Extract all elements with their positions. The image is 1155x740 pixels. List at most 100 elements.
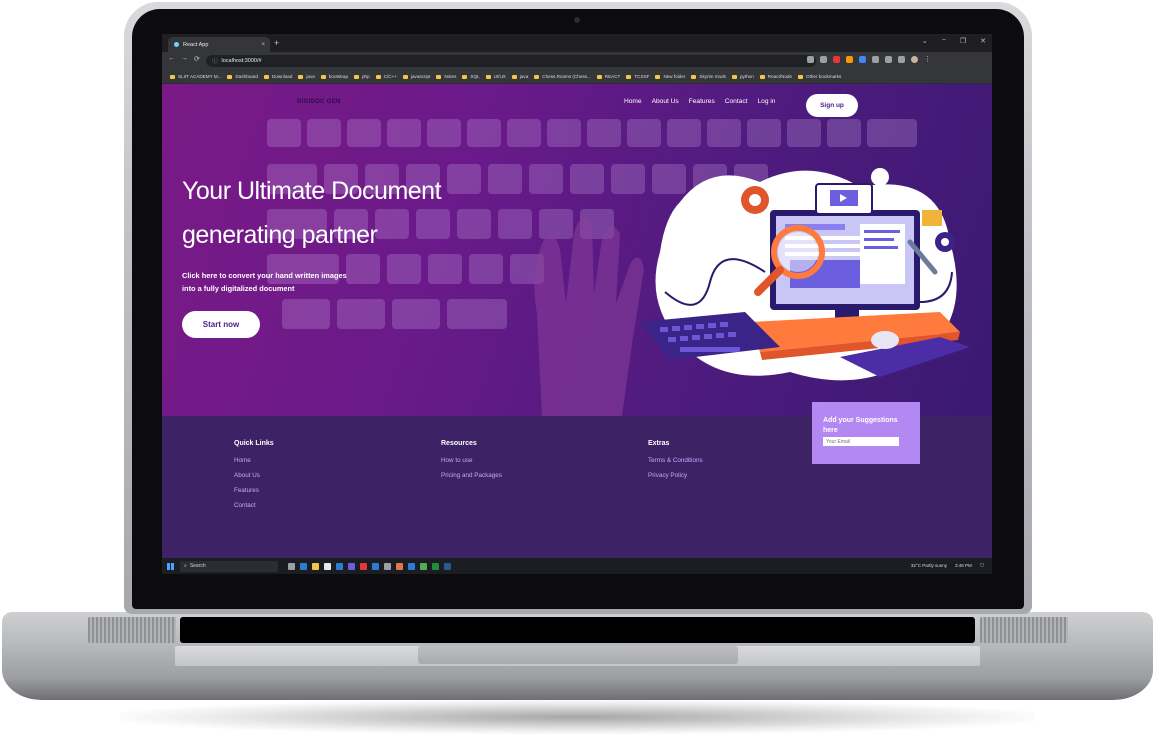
sign-up-button[interactable]: Sign up [806,94,858,117]
bookmark-label: SLIIT ACADEMY M... [178,74,222,79]
menu-dots-icon[interactable]: ⋮ [924,56,931,63]
bookmark-item[interactable]: javascript [402,74,431,79]
bookmark-item[interactable]: Notes [436,74,456,79]
footer-link-how-to-use[interactable]: How to use [441,453,502,468]
nav-home[interactable]: Home [624,98,642,105]
weather-widget[interactable]: 32°C Partly sunny [911,563,947,568]
bookmark-item[interactable]: Dashboard [227,74,258,79]
bookmark-item[interactable]: java [298,74,315,79]
nav-features[interactable]: Features [689,98,715,105]
tab-close-icon[interactable]: × [261,42,265,48]
folder-icon [626,74,632,79]
extension-red-icon[interactable] [833,56,840,63]
bookmark-item[interactable]: UI/UX [485,74,506,79]
minimize-button[interactable]: − [942,37,946,45]
nav-about-us[interactable]: About Us [652,98,679,105]
close-window-button[interactable]: ✕ [980,37,986,45]
chrome-icon[interactable] [420,562,427,570]
url-text: localhost:3000/# [221,58,262,64]
bookmark-label: Chess.Rooms (Chess... [542,74,591,79]
file-explorer-icon[interactable] [312,562,319,570]
vscode-icon[interactable] [408,562,415,570]
mail-icon[interactable] [336,562,343,570]
folder-icon [375,74,381,79]
site-info-icon[interactable]: ⓘ [212,57,218,65]
folder-icon [485,74,491,79]
suggestion-email-input[interactable] [823,437,899,446]
bookmark-item[interactable]: php [354,74,370,79]
forward-icon[interactable]: → [181,55,188,63]
word-icon[interactable] [444,562,451,570]
bookmark-item[interactable]: bootstrap [320,74,348,79]
download-icon[interactable] [885,56,892,63]
footer-link-features[interactable]: Features [234,483,274,498]
bookmark-item[interactable]: Download [263,74,292,79]
other-bookmarks[interactable]: Other bookmarks [798,74,841,79]
store-icon[interactable] [324,562,331,570]
extension-blue-icon[interactable] [859,56,866,63]
windows-start-icon[interactable] [167,562,174,570]
edge-icon[interactable] [300,562,307,570]
reload-icon[interactable]: ⟳ [194,55,200,63]
footer-link-terms[interactable]: Terms & Conditions [648,453,703,468]
taskbar-search-input[interactable]: ⌕ Search [180,560,278,572]
bookmark-star-icon[interactable] [820,56,827,63]
bookmark-item[interactable]: TCSSF [626,74,649,79]
nav-contact[interactable]: Contact [725,98,748,105]
bookmark-label: python [739,74,754,79]
start-now-button[interactable]: Start now [182,311,260,338]
bookmark-label: UI/UX [493,74,506,79]
bookmark-item[interactable]: New folder [655,74,685,79]
laptop-shadow [120,700,1035,734]
hero-subtext[interactable]: Click here to convert your hand written … [182,269,372,295]
footer-link-contact[interactable]: Contact [234,498,274,513]
folder-icon [655,74,661,79]
extension-orange-icon[interactable] [846,56,853,63]
bookmark-label: SQL [470,74,480,79]
bookmark-item[interactable]: java [511,74,528,79]
bookmark-item[interactable]: Chess.Rooms (Chess... [534,74,591,79]
brand-logo[interactable]: DIGIDOC GEN [297,99,341,105]
bookmark-item[interactable]: Skyrim mods [691,74,726,79]
bookmark-item[interactable]: python [731,74,754,79]
tab-title: React App [183,41,209,48]
tab-search-icon[interactable]: ⌄ [922,37,928,45]
bookmark-label: REACT [604,74,621,79]
app-orange-icon[interactable] [396,562,403,570]
excel-icon[interactable] [432,562,439,570]
bookmark-item[interactable]: SQL [462,74,480,79]
bookmark-item[interactable]: React/Node [759,74,792,79]
task-view-icon[interactable] [288,562,295,570]
footer-link-pricing[interactable]: Pricing and Packages [441,468,502,483]
clock[interactable]: 3:46 PM [955,563,972,568]
new-tab-button[interactable]: + [274,38,279,48]
bookmark-label: TCSSF [634,74,650,79]
profile-avatar[interactable] [911,56,918,63]
app-blue-icon[interactable] [372,562,379,570]
share-icon[interactable] [807,56,814,63]
nav-log-in[interactable]: Log in [757,98,775,105]
notification-icon[interactable]: ▢ [980,562,984,568]
bookmark-item[interactable]: C/C++ [375,74,397,79]
webcam [574,17,580,23]
restore-button[interactable]: ❐ [960,37,966,45]
bookmark-item[interactable]: SLIIT ACADEMY M... [170,74,221,79]
footer-link-home[interactable]: Home [234,453,274,468]
nav-buttons: ← → ⟳ [168,55,200,63]
bookmark-label: javascript [410,74,431,79]
app-gray-icon[interactable] [384,562,391,570]
system-tray: 32°C Partly sunny 3:46 PM ▢ [911,562,984,568]
app-icon[interactable] [348,562,355,570]
extensions-puzzle-icon[interactable] [872,56,879,63]
subtext-line-2: into a fully digitalized document [182,284,295,293]
sidebar-icon[interactable] [898,56,905,63]
bookmark-item[interactable]: REACT [596,74,621,79]
windows-taskbar: ⌕ Search 32°C Partly sunny 3:46 PM ▢ [162,558,992,574]
suggestions-box: Add your Suggestions here [812,402,920,464]
browser-tab[interactable]: React App × [168,37,270,52]
footer-link-about-us[interactable]: About Us [234,468,274,483]
footer-link-privacy[interactable]: Privacy Policy [648,468,703,483]
url-input[interactable]: ⓘ localhost:3000/# [206,55,816,67]
back-icon[interactable]: ← [168,55,175,63]
app-red-icon[interactable] [360,562,367,570]
